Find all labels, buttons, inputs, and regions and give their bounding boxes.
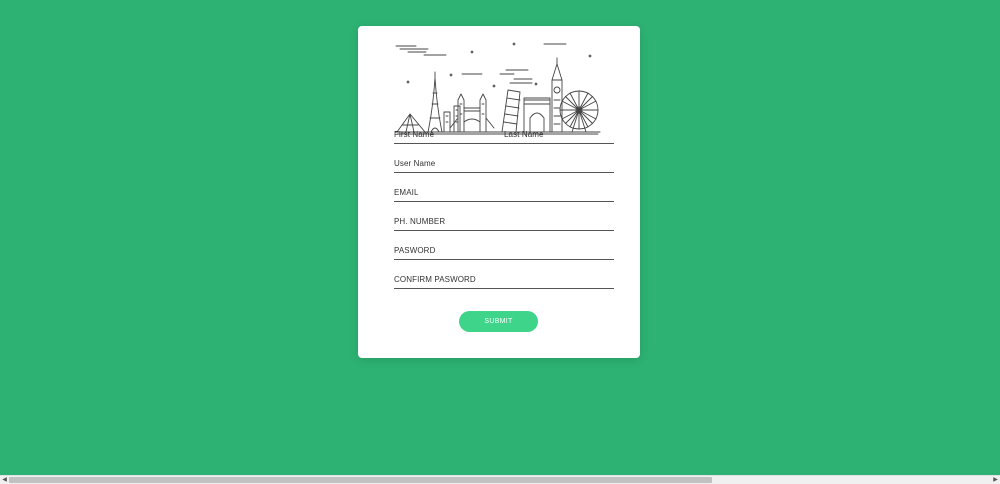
- password-input[interactable]: [394, 244, 614, 259]
- email-input[interactable]: [394, 186, 614, 201]
- phone-input[interactable]: [394, 215, 614, 230]
- submit-button[interactable]: SUBMIT: [459, 311, 538, 332]
- last-name-field[interactable]: Last Name: [504, 128, 614, 143]
- email-field[interactable]: EMAIL: [394, 186, 614, 202]
- scroll-left-arrow-icon[interactable]: ◀: [0, 476, 9, 484]
- first-name-field[interactable]: First Name: [394, 128, 504, 143]
- password-field[interactable]: PASWORD: [394, 244, 614, 260]
- page: First Name Last Name User Name EMAIL PH.…: [0, 0, 1000, 484]
- phone-field[interactable]: PH. NUMBER: [394, 215, 614, 231]
- confirm-password-field[interactable]: CONFIRM PASWORD: [394, 273, 614, 289]
- user-name-field[interactable]: User Name: [394, 157, 614, 173]
- city-skyline-illustration: [394, 42, 601, 135]
- first-name-input[interactable]: [394, 128, 504, 143]
- name-row: First Name Last Name: [394, 128, 614, 144]
- signup-card: First Name Last Name User Name EMAIL PH.…: [358, 26, 640, 358]
- user-name-input[interactable]: [394, 157, 614, 172]
- scrollbar-thumb[interactable]: [9, 477, 712, 483]
- last-name-input[interactable]: [504, 128, 614, 143]
- horizontal-scrollbar[interactable]: ◀ ▶: [0, 475, 1000, 484]
- scroll-right-arrow-icon[interactable]: ▶: [991, 476, 1000, 484]
- confirm-password-input[interactable]: [394, 273, 614, 288]
